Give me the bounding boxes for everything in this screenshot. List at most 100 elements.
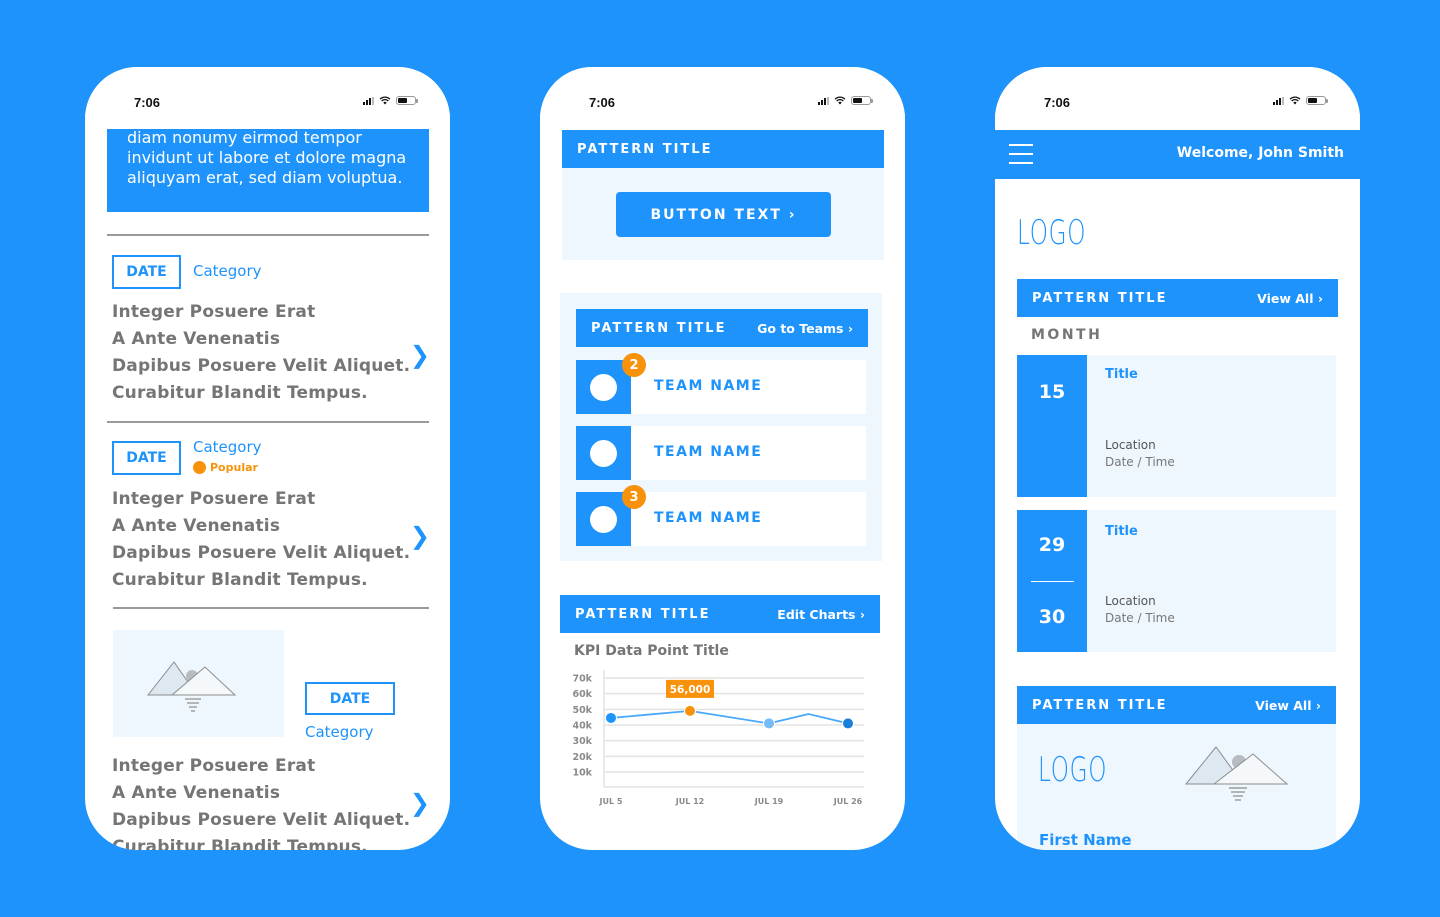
data-point — [684, 704, 696, 717]
event-location: Location — [1105, 594, 1156, 608]
date-range-separator — [1031, 581, 1074, 582]
logo: LOGO — [1017, 213, 1087, 253]
signal-icon — [818, 96, 829, 105]
event-card[interactable]: 15 Title Location Date / Time — [1017, 355, 1336, 497]
article-text: Curabitur Blandit Tempus. — [112, 837, 368, 850]
article-text: Dapibus Posuere Velit Aliquet. — [112, 810, 411, 830]
category-link[interactable]: Category — [193, 438, 262, 456]
popular-badge: Popular — [193, 461, 258, 474]
welcome-message: Welcome, John Smith — [1176, 145, 1344, 161]
hamburger-menu-icon[interactable] — [1009, 144, 1033, 164]
team-name: TEAM NAME — [654, 510, 763, 526]
banner-line: diam nonumy eirmod tempor — [127, 128, 362, 147]
event-title[interactable]: Title — [1105, 524, 1138, 539]
y-tick-label: 10k — [572, 768, 592, 779]
event-title[interactable]: Title — [1105, 367, 1138, 382]
y-tick-label: 60k — [572, 689, 592, 700]
section-title: PATTERN TITLE — [575, 606, 711, 622]
status-time: 7:06 — [589, 95, 616, 110]
event-day: 15 — [1038, 381, 1066, 403]
notification-badge: 3 — [622, 485, 646, 509]
section-header: PATTERN TITLE Edit Charts › — [560, 595, 880, 633]
banner-line: aliquyam erat, sed diam voluptua. — [127, 168, 403, 187]
view-all-link[interactable]: View All › — [1255, 698, 1321, 713]
wifi-icon — [834, 96, 846, 105]
event-card[interactable]: 29 30 Title Location Date / Time — [1017, 510, 1336, 652]
category-link[interactable]: Category — [305, 723, 374, 741]
section-header: PATTERN TITLE View All › — [1017, 686, 1336, 724]
team-row[interactable]: 2 TEAM NAME — [576, 353, 866, 414]
x-tick-label: JUL 26 — [833, 797, 863, 806]
signal-icon — [1273, 96, 1284, 105]
section-title: PATTERN TITLE — [1032, 290, 1168, 306]
article-text: Curabitur Blandit Tempus. — [112, 383, 368, 403]
chevron-right-icon[interactable]: ❯ — [410, 789, 430, 817]
y-tick-label: 50k — [572, 705, 592, 716]
team-row[interactable]: 3 TEAM NAME — [576, 485, 866, 546]
battery-icon — [396, 96, 418, 105]
go-to-teams-link[interactable]: Go to Teams › — [757, 321, 853, 336]
divider — [107, 421, 429, 423]
primary-button[interactable]: BUTTON TEXT › — [616, 192, 831, 237]
event-datetime: Date / Time — [1105, 455, 1175, 469]
event-date: 29 30 — [1017, 510, 1087, 652]
y-tick-label: 70k — [572, 674, 592, 685]
series-line — [610, 709, 849, 725]
date-badge: DATE — [112, 441, 181, 475]
signal-icon — [363, 96, 374, 105]
intro-banner: diam nonumy eirmod tempor invidunt ut la… — [107, 128, 429, 212]
section-header: PATTERN TITLE — [562, 130, 884, 168]
article-text: Dapibus Posuere Velit Aliquet. — [112, 543, 411, 563]
chevron-right-icon[interactable]: ❯ — [410, 522, 430, 550]
phone-home: 7:06 Welcome, John Smith LOGO PATTERN TI… — [995, 67, 1360, 850]
view-all-link[interactable]: View All › — [1257, 291, 1323, 306]
team-name: TEAM NAME — [654, 378, 763, 394]
edit-charts-link[interactable]: Edit Charts › — [777, 607, 865, 622]
phone-news-feed: 7:06 diam nonumy eirmod tempor invidunt … — [85, 67, 450, 850]
event-datetime: Date / Time — [1105, 611, 1175, 625]
section-header: PATTERN TITLE View All › — [1017, 279, 1338, 317]
event-date: 15 — [1017, 355, 1087, 497]
chart-title: KPI Data Point Title — [574, 643, 729, 659]
x-tick-label: JUL 5 — [599, 797, 623, 806]
status-time: 7:06 — [1044, 95, 1071, 110]
profile-first-name: First Name — [1039, 831, 1132, 849]
divider — [113, 607, 429, 609]
status-bar: 7:06 — [995, 67, 1360, 129]
x-tick-label: JUL 19 — [754, 797, 784, 806]
top-nav-bar: Welcome, John Smith — [995, 130, 1360, 179]
wifi-icon — [1289, 96, 1301, 105]
x-tick-label: JUL 12 — [675, 797, 705, 806]
y-tick-label: 30k — [572, 736, 592, 747]
article-text: Dapibus Posuere Velit Aliquet. — [112, 356, 411, 376]
team-avatar — [576, 426, 631, 480]
article-text: A Ante Venenatis — [112, 783, 281, 803]
team-name: TEAM NAME — [654, 444, 763, 460]
data-point — [605, 711, 617, 724]
data-label: 56,000 — [670, 684, 711, 696]
team-row[interactable]: TEAM NAME — [576, 426, 866, 480]
data-point — [763, 717, 775, 730]
notification-badge: 2 — [622, 353, 646, 377]
battery-icon — [851, 96, 873, 105]
popular-dot-icon — [193, 461, 206, 474]
kpi-line-chart: 10k 20k 30k 40k 50k 60k 70k JUL 5 JUL 12 JUL 19 JU… — [572, 670, 864, 806]
image-placeholder-icon — [1185, 746, 1289, 801]
event-day: 30 — [1038, 606, 1066, 628]
month-label: MONTH — [1031, 327, 1103, 343]
status-bar: 7:06 — [85, 67, 450, 129]
status-time: 7:06 — [134, 95, 161, 110]
section-header: PATTERN TITLE Go to Teams › — [576, 309, 868, 347]
chevron-right-icon[interactable]: ❯ — [410, 341, 430, 369]
date-badge: DATE — [112, 255, 181, 289]
logo: LOGO — [1038, 750, 1108, 790]
wifi-icon — [379, 96, 391, 105]
divider — [107, 234, 429, 236]
event-day: 29 — [1038, 534, 1066, 556]
event-location: Location — [1105, 438, 1156, 452]
section-title: PATTERN TITLE — [591, 320, 727, 336]
image-placeholder-icon — [147, 661, 237, 712]
article-text: Integer Posuere Erat — [112, 302, 316, 322]
category-link[interactable]: Category — [193, 262, 262, 280]
article-text: A Ante Venenatis — [112, 329, 281, 349]
